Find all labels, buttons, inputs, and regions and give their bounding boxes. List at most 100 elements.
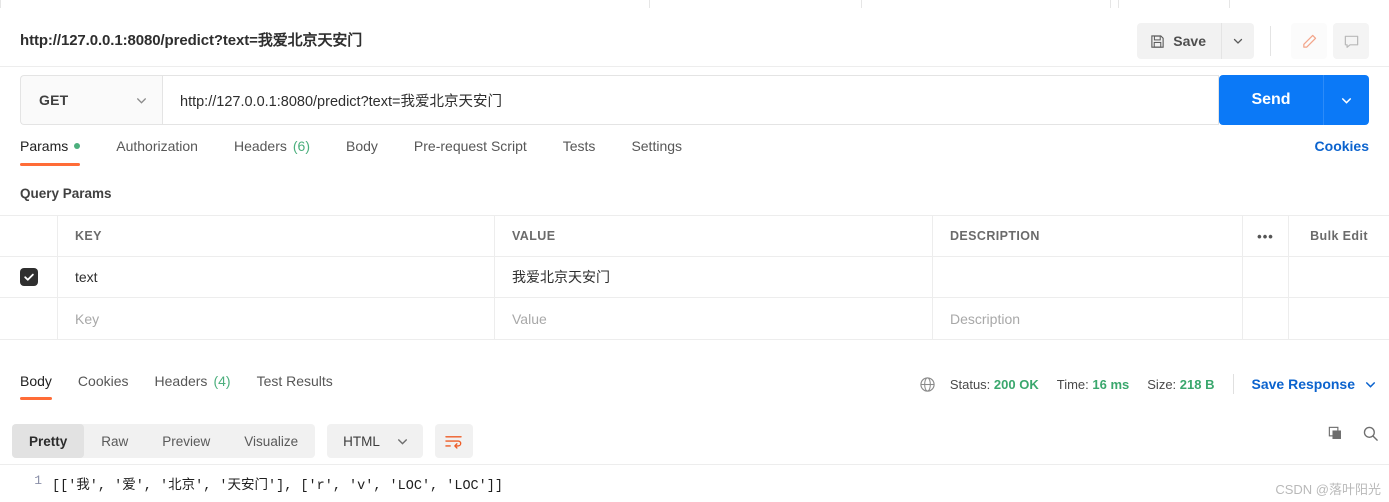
response-tab-cookies[interactable]: Cookies — [78, 373, 129, 400]
table-row-empty: Key Value Description — [0, 298, 1389, 339]
comment-button[interactable] — [1333, 23, 1369, 59]
globe-icon — [919, 376, 936, 393]
url-input-value: http://127.0.0.1:8080/predict?text=我爱北京天… — [180, 93, 502, 110]
params-modified-dot-icon — [74, 143, 81, 149]
row-spacer-bulk — [1289, 257, 1389, 297]
response-tab-headers[interactable]: Headers (4) — [155, 373, 231, 400]
tab-settings-label: Settings — [631, 138, 683, 154]
postman-request-response-view: http://127.0.0.1:8080/predict?text=我爱北京天… — [0, 0, 1389, 502]
chrome-panel-middle — [861, 0, 1111, 8]
view-mode-visualize[interactable]: Visualize — [227, 424, 315, 458]
table-options-button[interactable]: ••• — [1243, 216, 1289, 256]
response-body-code: 1 [['我', '爱', '北京', '天安门'], ['r', 'v', '… — [0, 464, 1389, 502]
chrome-panel-right — [1118, 0, 1230, 8]
save-options-button[interactable] — [1221, 23, 1254, 59]
search-button[interactable] — [1362, 425, 1379, 442]
url-bar: GET http://127.0.0.1:8080/predict?text=我… — [20, 75, 1369, 125]
pencil-icon — [1301, 33, 1318, 50]
request-tab-bar: Params Authorization Headers (6) Body Pr… — [20, 138, 1369, 174]
time-badge: Time: 16 ms — [1057, 377, 1130, 392]
wrap-text-icon — [444, 433, 463, 450]
response-tab-headers-count: (4) — [213, 373, 231, 389]
tab-headers-count: (6) — [292, 138, 310, 154]
row-key-input[interactable]: text — [58, 257, 495, 297]
save-button[interactable]: Save — [1137, 23, 1221, 59]
empty-row-value-input[interactable]: Value — [495, 298, 933, 339]
row-enable-checkbox-cell — [0, 257, 58, 297]
toolbar-divider — [1270, 26, 1271, 56]
copy-button[interactable] — [1327, 425, 1344, 442]
view-mode-raw[interactable]: Raw — [84, 424, 145, 458]
edit-request-button[interactable] — [1291, 23, 1327, 59]
cookies-link[interactable]: Cookies — [1315, 138, 1369, 154]
tab-tests[interactable]: Tests — [563, 138, 596, 166]
save-response-label: Save Response — [1251, 376, 1356, 392]
window-chrome-top-edge — [0, 0, 1389, 8]
tab-params[interactable]: Params — [20, 138, 81, 166]
save-button-group: Save — [1137, 23, 1254, 59]
tab-pre-request-script[interactable]: Pre-request Script — [414, 138, 527, 166]
response-tab-test-results[interactable]: Test Results — [257, 373, 333, 400]
tab-tests-label: Tests — [562, 138, 596, 154]
url-input[interactable]: http://127.0.0.1:8080/predict?text=我爱北京天… — [162, 75, 1219, 125]
bulk-edit-button[interactable]: Bulk Edit — [1289, 216, 1389, 256]
chevron-down-icon — [396, 435, 409, 448]
time-value: 16 ms — [1092, 376, 1130, 392]
search-icon — [1362, 425, 1379, 442]
header-cell-checkbox — [0, 216, 58, 256]
response-tab-body[interactable]: Body — [20, 373, 52, 400]
response-format-select[interactable]: HTML — [327, 424, 423, 458]
size-badge: Size: 218 B — [1147, 377, 1214, 392]
save-response-button[interactable]: Save Response — [1252, 376, 1378, 392]
tab-body-label: Body — [346, 138, 378, 154]
status-value: 200 OK — [993, 376, 1039, 392]
empty-row-checkbox-cell — [0, 298, 58, 339]
chevron-down-icon — [135, 94, 148, 107]
row-enable-checkbox[interactable] — [19, 268, 38, 286]
empty-row-spacer-dots — [1243, 298, 1289, 339]
save-button-label: Save — [1173, 33, 1206, 49]
tab-pre-request-script-label: Pre-request Script — [413, 138, 527, 154]
query-params-table: KEY VALUE DESCRIPTION ••• Bulk Edit text… — [0, 215, 1389, 340]
view-mode-preview[interactable]: Preview — [145, 424, 227, 458]
view-mode-pretty[interactable]: Pretty — [12, 424, 85, 458]
tab-headers[interactable]: Headers (6) — [234, 138, 310, 166]
wrap-lines-button[interactable] — [434, 424, 473, 458]
http-method-select[interactable]: GET — [20, 75, 162, 125]
tab-authorization[interactable]: Authorization — [116, 138, 198, 166]
size-value: 218 B — [1179, 376, 1215, 392]
chevron-down-icon — [1364, 378, 1377, 391]
send-button-group: Send — [1219, 75, 1369, 125]
floppy-disk-icon — [1150, 34, 1165, 49]
response-body-line[interactable]: [['我', '爱', '北京', '天安门'], ['r', 'v', 'LO… — [52, 473, 503, 494]
query-params-label: Query Params — [20, 186, 112, 201]
empty-row-description-input[interactable]: Description — [933, 298, 1243, 339]
time-label: Time: — [1056, 376, 1089, 392]
response-tab-body-label: Body — [20, 373, 52, 389]
response-body-actions — [1327, 425, 1379, 442]
send-options-button[interactable] — [1323, 75, 1369, 125]
table-header-row: KEY VALUE DESCRIPTION ••• Bulk Edit — [0, 216, 1389, 257]
tab-settings[interactable]: Settings — [631, 138, 682, 166]
tab-body[interactable]: Body — [346, 138, 378, 166]
response-view-mode-group: Pretty Raw Preview Visualize — [12, 424, 316, 458]
response-tab-cookies-label: Cookies — [77, 373, 129, 389]
row-description-input[interactable] — [933, 257, 1243, 297]
comment-icon — [1343, 33, 1360, 50]
line-number: 1 — [34, 473, 42, 488]
row-spacer-dots — [1243, 257, 1289, 297]
response-format-value: HTML — [343, 433, 380, 449]
more-options-icon: ••• — [1257, 228, 1274, 244]
tab-authorization-label: Authorization — [116, 138, 198, 154]
empty-row-spacer-bulk — [1289, 298, 1389, 339]
header-cell-description: DESCRIPTION — [933, 216, 1243, 256]
tab-params-label: Params — [20, 138, 69, 154]
response-body-toolbar: Pretty Raw Preview Visualize HTML — [12, 422, 1389, 460]
send-button[interactable]: Send — [1219, 75, 1323, 125]
row-value-input[interactable]: 我爱北京天安门 — [495, 257, 933, 297]
empty-row-key-input[interactable]: Key — [58, 298, 495, 339]
chrome-panel-left — [0, 0, 650, 8]
chevron-down-icon — [1232, 35, 1244, 47]
http-method-value: GET — [39, 92, 69, 108]
response-status-bar: Status: 200 OK Time: 16 ms Size: 218 B S… — [919, 374, 1377, 394]
